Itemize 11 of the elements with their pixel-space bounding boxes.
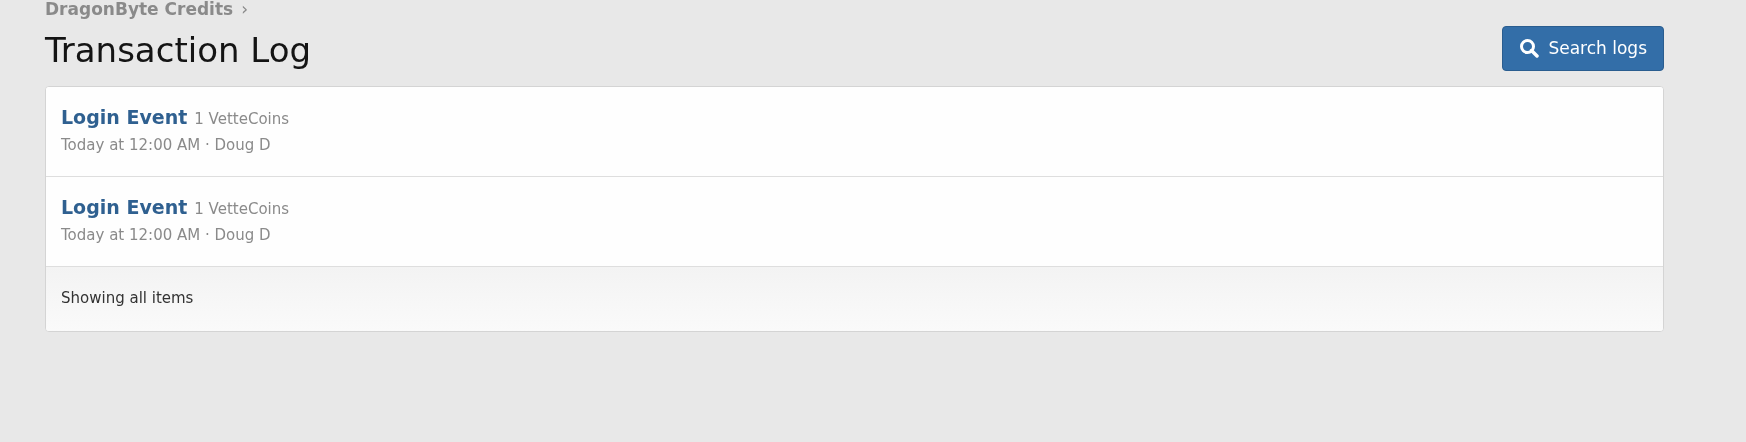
footer-text: Showing all items [46, 267, 1663, 331]
search-logs-button[interactable]: Search logs [1502, 25, 1664, 71]
amount-text: 1 VetteCoins [194, 199, 290, 220]
page-title: Transaction Log [45, 30, 312, 70]
breadcrumb-separator: › [241, 0, 248, 18]
entry-meta: Today at 12:00 AM · Doug D [61, 135, 271, 156]
amount-text: 1 VetteCoins [194, 109, 290, 130]
event-link[interactable]: Login Event [61, 106, 188, 128]
entry-meta: Today at 12:00 AM · Doug D [61, 225, 271, 246]
event-link[interactable]: Login Event [61, 196, 188, 218]
search-icon [1519, 38, 1540, 58]
